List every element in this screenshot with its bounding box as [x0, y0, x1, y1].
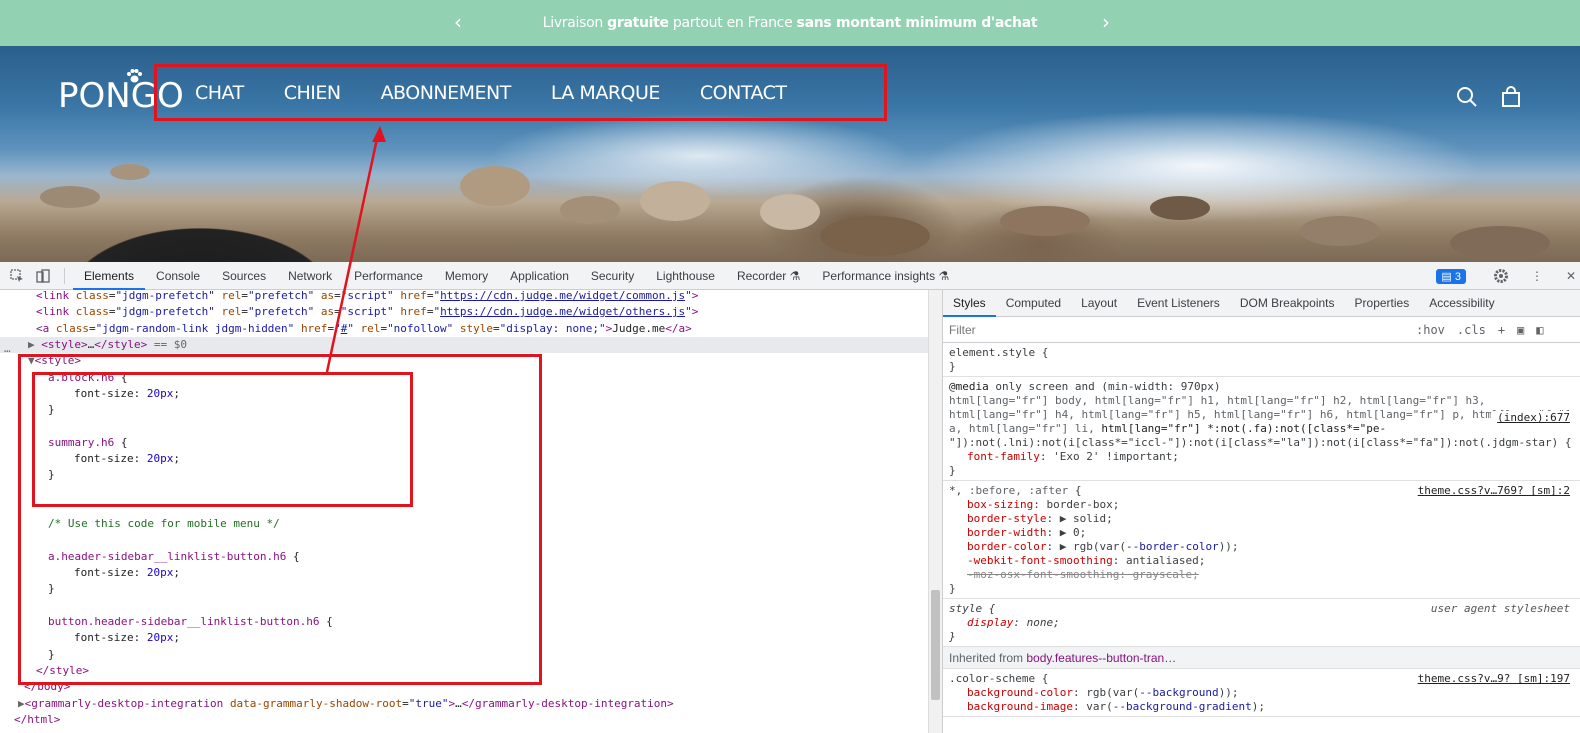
rule-style-user-agent: style { display: none; } user agent styl…	[943, 599, 1580, 647]
main-nav: CHAT CHIEN ABONNEMENT LA MARQUE CONTACT	[154, 64, 887, 121]
dom-tree-line[interactable]: ▶ <style>…</style> == $0	[0, 336, 942, 353]
close-icon[interactable]: ✕	[1562, 267, 1580, 285]
toggle-sidebar-icon[interactable]: ◧	[1536, 323, 1543, 337]
more-vertical-icon[interactable]: ⋮	[1528, 267, 1546, 285]
rule-media-font-family: @media only screen and (min-width: 970px…	[943, 377, 1580, 481]
chevron-left-icon[interactable]: ‹	[454, 10, 462, 34]
inherited-from-link[interactable]: body.features--button-tran…	[1026, 651, 1176, 665]
highlight-box-desktop-rules	[32, 372, 413, 507]
nav-item-abonnement[interactable]: ABONNEMENT	[381, 82, 512, 104]
styles-filter-row: :hov .cls + ▣ ◧	[943, 317, 1580, 343]
rule-color-scheme: .color-scheme { background-color: rgb(va…	[943, 669, 1580, 717]
nav-item-chat[interactable]: CHAT	[195, 82, 244, 104]
device-toolbar-icon[interactable]	[34, 267, 52, 285]
hov-button[interactable]: :hov	[1416, 323, 1445, 337]
tab-performance[interactable]: Performance	[343, 262, 434, 290]
tab-console[interactable]: Console	[145, 262, 211, 290]
shopping-bag-icon[interactable]	[1500, 86, 1522, 108]
nav-item-la-marque[interactable]: LA MARQUE	[551, 82, 661, 104]
elements-dom-tree[interactable]: <link class="jdgm-prefetch" rel="prefetc…	[0, 290, 942, 733]
tab-performance-insights[interactable]: Performance insights ⚗	[811, 262, 960, 290]
dom-tree-line[interactable]: <a class="jdgm-random-link jdgm-hidden" …	[0, 321, 942, 337]
flask-icon: ⚗	[789, 268, 801, 283]
devtools-tabbar: Elements Console Sources Network Perform…	[0, 262, 1580, 290]
ellipsis-icon[interactable]: …	[4, 342, 11, 355]
user-agent-label: user agent stylesheet	[1430, 602, 1570, 615]
dom-tree-line[interactable]: </html>	[0, 712, 942, 728]
tab-security[interactable]: Security	[580, 262, 645, 290]
announcement-text: Livraison gratuite partout en France san…	[542, 15, 1038, 31]
issues-badge[interactable]: ▤ 3	[1436, 268, 1466, 284]
tab-event-listeners[interactable]: Event Listeners	[1127, 290, 1230, 317]
rule-element-style: element.style { }	[943, 343, 1580, 377]
announcement-bar: ‹ Livraison gratuite partout en France s…	[0, 0, 1580, 46]
tab-computed[interactable]: Computed	[996, 290, 1071, 317]
hero-header: PONGO CHAT CHIEN ABONNEMENT LA MARQUE CO…	[0, 46, 1580, 262]
dom-tree-line[interactable]: <link class="jdgm-prefetch" rel="prefetc…	[0, 304, 942, 320]
tab-sources[interactable]: Sources	[211, 262, 277, 290]
add-rule-icon[interactable]: +	[1498, 323, 1505, 337]
tab-network[interactable]: Network	[277, 262, 343, 290]
tab-accessibility[interactable]: Accessibility	[1419, 290, 1504, 317]
search-icon[interactable]	[1456, 86, 1478, 108]
tab-application[interactable]: Application	[499, 262, 580, 290]
paw-icon	[126, 68, 142, 88]
cls-button[interactable]: .cls	[1457, 323, 1486, 337]
tab-styles[interactable]: Styles	[943, 290, 996, 317]
styles-filter-input[interactable]	[949, 319, 1404, 340]
source-link-theme-css[interactable]: theme.css?v…769? [sm]:2	[1418, 484, 1570, 497]
nav-item-chien[interactable]: CHIEN	[284, 82, 341, 104]
styles-tabbar: Styles Computed Layout Event Listeners D…	[943, 290, 1580, 317]
gear-icon[interactable]	[1492, 267, 1510, 285]
tab-dom-breakpoints[interactable]: DOM Breakpoints	[1230, 290, 1345, 317]
styles-sidebar: Styles Computed Layout Event Listeners D…	[942, 290, 1580, 733]
nav-item-contact[interactable]: CONTACT	[700, 82, 787, 104]
tab-properties[interactable]: Properties	[1345, 290, 1420, 317]
dom-scrollbar[interactable]	[928, 290, 942, 733]
tab-recorder[interactable]: Recorder ⚗	[726, 262, 811, 290]
flask-icon: ⚗	[938, 268, 950, 283]
rule-universal: *, :before, :after { box-sizing: border-…	[943, 481, 1580, 599]
chevron-right-icon[interactable]: ›	[1102, 10, 1110, 34]
dom-tree-line[interactable]: ▶<grammarly-desktop-integration data-gra…	[0, 696, 942, 712]
tab-memory[interactable]: Memory	[434, 262, 499, 290]
paint-icon[interactable]: ▣	[1517, 323, 1524, 337]
inspect-element-icon[interactable]	[8, 267, 26, 285]
source-link-theme-css-197[interactable]: theme.css?v…9? [sm]:197	[1418, 672, 1570, 685]
dom-tree-line[interactable]: <link class="jdgm-prefetch" rel="prefetc…	[0, 290, 942, 304]
tab-elements[interactable]: Elements	[73, 262, 146, 290]
tab-layout[interactable]: Layout	[1071, 290, 1127, 317]
inherited-from-row: Inherited from body.features--button-tra…	[943, 647, 1580, 669]
tab-lighthouse[interactable]: Lighthouse	[645, 262, 726, 290]
source-link-index[interactable]: (index):677	[1491, 411, 1570, 424]
